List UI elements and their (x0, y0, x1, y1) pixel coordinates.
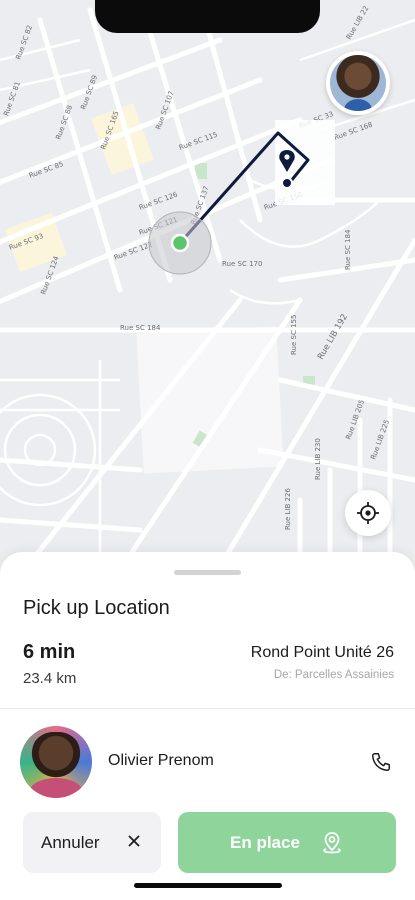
street-label: Rue SC 115 (178, 131, 219, 152)
sheet-title: Pick up Location (23, 597, 170, 619)
street-label: Rue SC 170 (222, 260, 262, 268)
recenter-button[interactable] (345, 490, 391, 536)
origin-dot (170, 233, 190, 253)
user-avatar-image (330, 55, 386, 111)
destination-origin: De: Parcelles Assainies (273, 669, 394, 681)
divider (0, 708, 415, 709)
device-notch (95, 0, 320, 33)
street-label: Rue SC 155 (290, 315, 298, 355)
street-label: Rue SC 184 (120, 324, 161, 332)
destination-name: Rond Point Unité 26 (250, 644, 394, 661)
cancel-button[interactable]: Annuler (23, 812, 161, 873)
phone-icon (372, 753, 390, 771)
close-icon (128, 835, 140, 847)
pickup-bottom-sheet: Pick up Location 6 min 23.4 km Rond Poin… (0, 552, 415, 900)
driver-avatar[interactable] (20, 726, 92, 798)
sheet-drag-handle[interactable] (174, 570, 241, 575)
location-pin-icon (323, 832, 341, 854)
arrived-button[interactable]: En place (178, 812, 396, 873)
call-button[interactable] (367, 748, 395, 776)
driver-name: Olivier Prenom (108, 752, 214, 769)
eta-value: 6 min (23, 641, 76, 663)
driver-shirt (30, 778, 82, 798)
street-label: Rue LIB 230 (314, 438, 322, 480)
distance-value: 23.4 km (23, 670, 77, 687)
home-indicator (134, 883, 282, 888)
street-label: Rue SC 81 (2, 80, 22, 117)
arrived-label: En place (230, 832, 300, 852)
crosshair-icon (357, 502, 379, 524)
street-label: Rue LIB 226 (284, 488, 292, 530)
street-label: Rue LIB 205 (344, 399, 366, 441)
street-label: Rue SC 184 (344, 229, 352, 270)
cancel-label: Annuler (41, 832, 100, 852)
user-avatar[interactable] (326, 51, 390, 115)
